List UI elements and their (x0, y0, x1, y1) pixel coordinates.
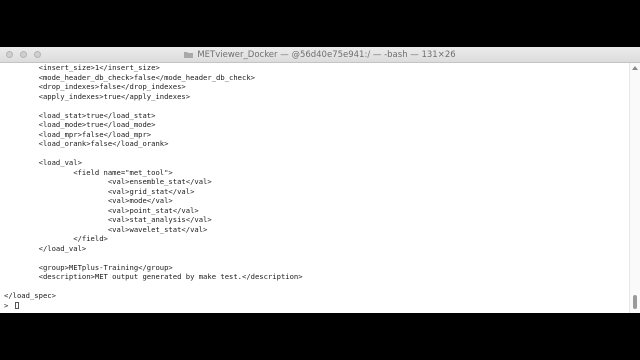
terminal-line: <group>METplus-Training</group> (4, 262, 173, 272)
terminal-line: <val>stat_analysis</val> (4, 215, 212, 224)
terminal-line: <field name="met_tool"> (4, 167, 173, 177)
terminal-line: <load_stat>true</load_stat> (4, 110, 156, 120)
terminal-line: <load_mpr>false</load_mpr> (4, 129, 152, 139)
terminal-line: <apply_indexes>true</apply_indexes> (4, 91, 191, 101)
terminal-line: <val>mode</val> (4, 196, 173, 205)
title-bar[interactable]: METviewer_Docker — @56d40e75e941:/ — -ba… (0, 47, 640, 63)
terminal-line: <val>grid_stat</val> (4, 186, 195, 196)
terminal-line: <drop_indexes>false</drop_indexes> (4, 82, 186, 91)
terminal-line: <val>wavelet_stat</val> (4, 224, 208, 234)
terminal-window: METviewer_Docker — @56d40e75e941:/ — -ba… (0, 47, 640, 313)
folder-icon (184, 52, 194, 58)
scroll-thumb[interactable] (633, 295, 637, 309)
terminal-line: <insert_size>1</insert_size> (4, 63, 160, 72)
terminal-line: <val>point_stat</val> (4, 205, 199, 215)
cursor (14, 301, 19, 309)
prompt-line: > (4, 301, 19, 311)
terminal-line: </field> (4, 234, 108, 243)
terminal-line: <load_val> (4, 158, 82, 167)
terminal-line: </load_spec> (4, 291, 56, 300)
terminal-output[interactable]: <insert_size>1</insert_size> <mode_heade… (0, 63, 629, 313)
terminal-line: <description>MET output generated by mak… (4, 272, 303, 281)
terminal-line: <load_orank>false</load_orank> (4, 139, 169, 148)
scrollbar[interactable] (629, 63, 640, 313)
terminal-line: <val>ensemble_stat</val> (4, 177, 212, 186)
window-title: METviewer_Docker — @56d40e75e941:/ — -ba… (197, 49, 456, 60)
terminal-line: <load_mode>true</load_mode> (4, 120, 156, 129)
terminal-line: <mode_header_db_check>false</mode_header… (4, 72, 255, 82)
terminal-line: </load_val> (4, 243, 87, 253)
window-title-area: METviewer_Docker — @56d40e75e941:/ — -ba… (0, 47, 640, 62)
chevron-up-icon[interactable] (632, 66, 638, 70)
